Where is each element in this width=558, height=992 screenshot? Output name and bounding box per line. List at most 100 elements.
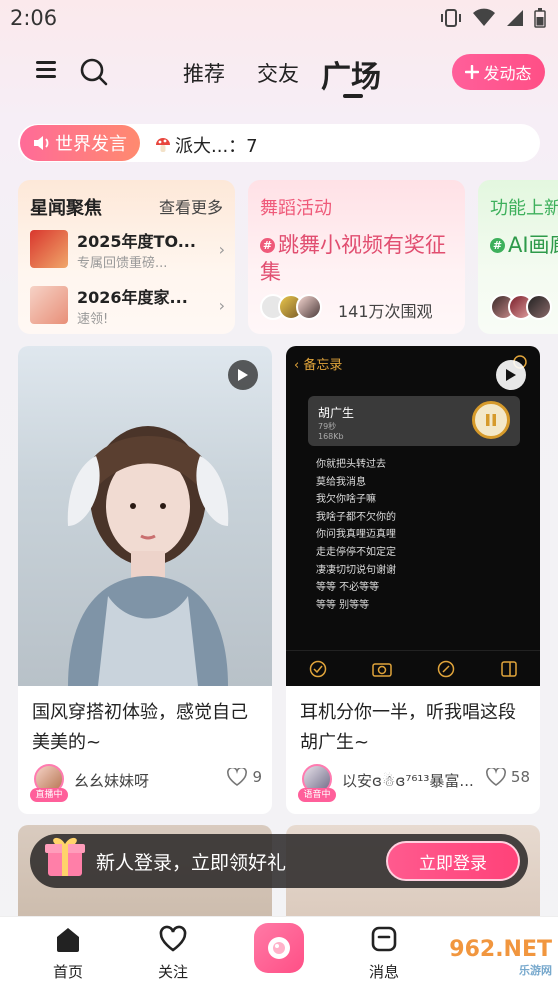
dance-card-topic: # 跳舞小视频有奖征集 [260,232,458,286]
world-speech-text: 派大...：7 [175,136,258,157]
news-card-title: 星闻聚焦 [30,198,102,219]
nav-messages[interactable]: 消息 [354,925,414,982]
feature-card-topic-text: AI画廊 [508,233,558,257]
post-button[interactable]: 发动态 [452,54,545,90]
lyric-line: 凄凄切切说句谢谢 [316,564,396,576]
tab-recommend[interactable]: 推荐 [183,58,225,88]
author-name: 幺幺妹妹呀 [74,772,150,790]
memo-toolbar [286,650,540,686]
message-icon [371,926,397,952]
signal-icon [507,10,523,26]
nav-home-label: 首页 [52,963,83,981]
memo-audio-size: 168Kb [318,432,344,441]
status-time: 2:06 [10,6,58,30]
vibrate-icon [441,9,461,27]
news-thumbnail [30,286,68,324]
lyric-line: 我欠你啥子嘛 [316,494,376,506]
news-item-title: 2025年度TO... [77,232,196,251]
lyric-line: 你就把头转过去 [316,459,386,470]
feature-card[interactable]: 功能上新 #AI画廊 [478,180,558,334]
feed-card-title: 国风穿搭初体验，感觉自己美美的~ [32,702,248,753]
dance-card-title: 舞蹈活动 [260,198,332,219]
avatar [296,294,322,320]
like-count: 9 [252,768,262,786]
news-item-subtitle: 速领! [77,312,109,327]
menu-icon[interactable] [36,61,56,79]
chevron-right-icon: › [218,240,225,259]
world-speech-pill[interactable]: 世界发言 [20,125,140,161]
feed-card-author[interactable]: 直播中 幺幺妹妹呀 9 [30,762,262,802]
feed-card[interactable]: ‹ 备忘录 胡广生 79秒 168Kb 你就把头转过去 莫给我消息 我欠你啥子嘛… [286,346,540,814]
lyric-line: 你问我真哩迈真哩 [316,529,396,541]
like-button[interactable]: 58 [485,768,530,786]
world-speech-label: 世界发言 [55,134,127,155]
heart-icon [159,925,187,952]
login-button[interactable]: 立即登录 [386,841,520,881]
camera-lens-icon [268,937,290,959]
news-more-link[interactable]: 查看更多 [159,194,223,218]
news-card[interactable]: 星闻聚焦 查看更多 2025年度TO... 专属回馈重磅... › 2026年度… [18,180,235,334]
status-icons [440,8,546,28]
wifi-icon [473,8,495,26]
feed-video-thumbnail[interactable] [18,346,272,686]
play-icon[interactable] [496,360,526,390]
lyric-line: 我啥子都不欠你的 [316,511,396,523]
gift-icon [45,837,85,876]
play-icon[interactable] [228,360,258,390]
dance-card-topic-text: 跳舞小视频有奖征集 [260,233,446,284]
lyric-line: 等等 别等等 [316,599,370,611]
like-button[interactable]: 9 [227,768,262,786]
home-icon [57,928,79,952]
chevron-right-icon: › [218,296,225,315]
plus-icon [465,65,480,79]
feed-card-author[interactable]: 语音中 以安ɞ☃ɞ⁷⁶¹³暴富... 58 [298,762,530,802]
participant-avatars [490,294,552,320]
memo-back-label: 备忘录 [303,358,343,373]
memo-audio-clip: 胡广生 79秒 168Kb [308,396,520,446]
login-banner-text: 新人登录，立即领好礼 [96,852,287,874]
lyric-line: 莫给我消息 [316,476,366,488]
nav-follow[interactable]: 关注 [143,925,203,982]
battery-icon [534,8,546,28]
camera-icon [371,662,392,677]
status-bar: 2:06 [0,0,558,38]
lyric-line: 走走停停不如定定 [316,546,396,558]
nav-messages-label: 消息 [368,963,399,981]
lyric-line: 等等 不必等等 [316,582,380,594]
participant-avatars [260,294,322,320]
memo-back-link: ‹ 备忘录 [294,358,343,373]
feed-card-title: 耳机分你一半，听我唱这段胡广生~ [300,702,516,753]
nav-create-button[interactable] [254,923,304,973]
site-watermark: 962.NET 乐游网 [449,937,552,978]
pause-icon [472,401,510,439]
speaker-icon [34,136,49,150]
portrait-image [67,426,229,686]
like-count: 58 [510,768,530,786]
world-speech-bar[interactable]: 世界发言 派大...：7 [18,124,540,162]
voice-badge: 语音中 [298,788,336,802]
memo-lyrics: 你就把头转过去 莫给我消息 我欠你啥子嘛 我啥子都不欠你的 你问我真哩迈真哩 走… [316,456,396,614]
bottom-nav: 首页 关注 消息 962.NET 乐游网 [0,916,558,992]
news-item[interactable]: 2026年度家... 速领! › [30,284,225,328]
compose-icon [500,660,517,677]
mushroom-icon [156,138,170,152]
search-icon[interactable] [80,58,108,86]
pen-icon [437,660,454,677]
hashtag-icon: # [490,238,505,253]
world-speech-message: 派大...：7 [154,132,258,158]
active-tab-indicator [343,94,363,98]
news-item[interactable]: 2025年度TO... 专属回馈重磅... › [30,228,225,272]
feed-video-thumbnail[interactable]: ‹ 备忘录 胡广生 79秒 168Kb 你就把头转过去 莫给我消息 我欠你啥子嘛… [286,346,540,686]
watermark-sub: 乐游网 [519,964,552,977]
nav-home[interactable]: 首页 [38,925,98,982]
news-item-title: 2026年度家... [77,288,188,307]
author-name: 以安ɞ☃ɞ⁷⁶¹³暴富... [342,772,474,790]
tab-plaza[interactable]: 广场 [321,52,381,96]
check-circle-icon [309,660,326,677]
memo-audio-duration: 79秒 [318,422,337,431]
dance-card-views: 141万次围观 [338,302,433,321]
feed-card[interactable]: 国风穿搭初体验，感觉自己美美的~ 直播中 幺幺妹妹呀 9 [18,346,272,814]
news-thumbnail [30,230,68,268]
dance-activity-card[interactable]: 舞蹈活动 # 跳舞小视频有奖征集 141万次围观 [248,180,465,334]
tab-friends[interactable]: 交友 [257,58,299,88]
